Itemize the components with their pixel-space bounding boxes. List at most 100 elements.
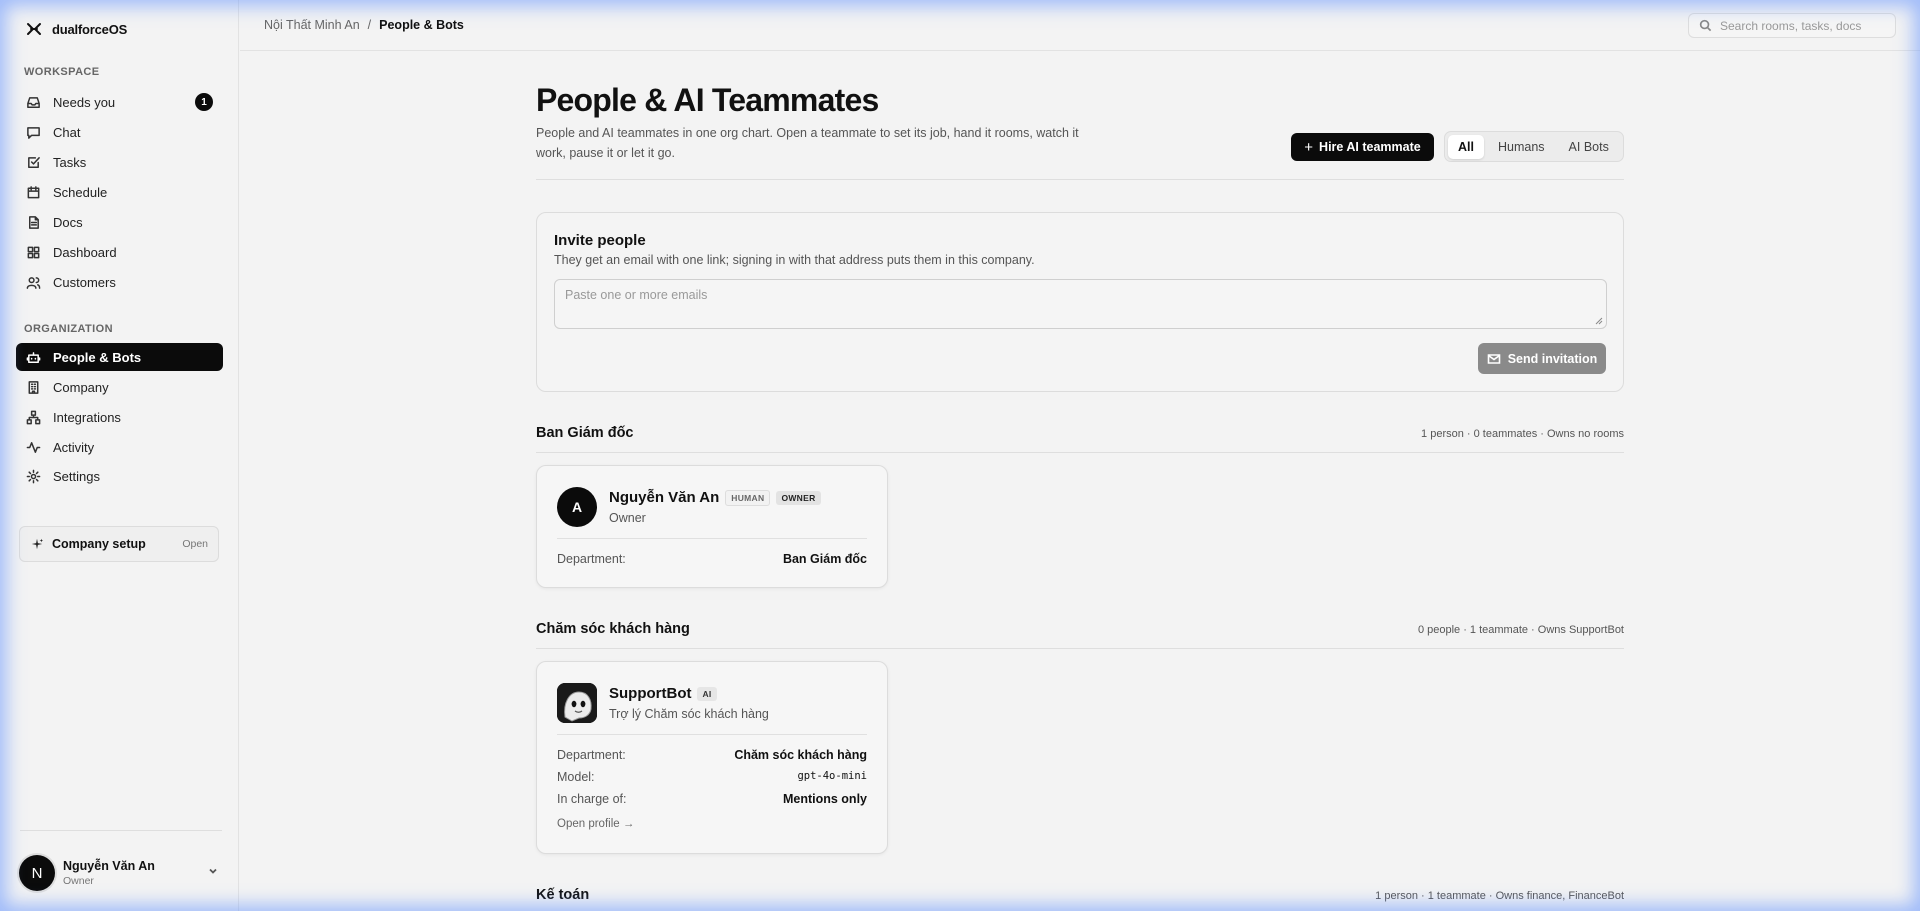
bot-icon: [26, 351, 41, 363]
sidebar-item-label: Dashboard: [53, 244, 117, 260]
sidebar-divider: [20, 830, 222, 831]
activity-icon: [26, 441, 41, 453]
model-value: gpt-4o-mini: [797, 770, 867, 782]
department-meta: 0 people · 1 teammate · Owns SupportBot: [1417, 624, 1624, 636]
department-title: Chăm sóc khách hàng: [536, 621, 690, 637]
card-divider: [557, 734, 867, 735]
breadcrumb: Nội Thất Minh An / People & Bots: [264, 18, 464, 32]
email-input[interactable]: Paste one or more emails: [554, 279, 1607, 329]
sidebar-item-settings[interactable]: Settings: [16, 462, 223, 490]
member-avatar: A: [557, 487, 597, 527]
member-role: Trợ lý Chăm sóc khách hàng: [609, 707, 769, 721]
sparkle-icon: [31, 538, 44, 550]
invite-people-card: Invite people They get an email with one…: [536, 212, 1624, 392]
member-card[interactable]: A Nguyễn Văn An HUMAN OWNER Owner Depart…: [536, 465, 888, 588]
sidebar-item-chat[interactable]: Chat: [16, 118, 223, 146]
company-setup-label: Company setup: [52, 537, 146, 551]
settings-icon: [26, 469, 41, 483]
sidebar-item-people-bots[interactable]: People & Bots: [16, 343, 223, 371]
department-row: Department: Chăm sóc khách hàng: [557, 748, 867, 762]
sidebar-item-label: Integrations: [53, 409, 121, 425]
user-name: Nguyễn Văn An: [63, 859, 155, 873]
member-role: Owner: [609, 511, 646, 525]
inbox-icon: [27, 96, 40, 108]
department-row: Department: Ban Giám đốc: [557, 552, 867, 566]
breadcrumb-company[interactable]: Nội Thất Minh An: [264, 18, 360, 32]
sidebar-item-tasks[interactable]: Tasks: [16, 148, 223, 176]
ghost-bot-icon: [557, 683, 597, 723]
model-row: Model: gpt-4o-mini: [557, 770, 867, 784]
filter-humans[interactable]: Humans: [1488, 135, 1555, 159]
sidebar-item-integrations[interactable]: Integrations: [16, 403, 223, 431]
breadcrumb-current: People & Bots: [379, 18, 464, 32]
chat-icon: [27, 126, 40, 139]
needs-you-count-badge: 1: [195, 93, 213, 111]
topbar: Nội Thất Minh An / People & Bots Search …: [240, 0, 1920, 51]
hire-ai-teammate-button[interactable]: + Hire AI teammate: [1291, 133, 1434, 161]
customers-icon: [26, 276, 41, 289]
user-menu[interactable]: N Nguyễn Văn An Owner: [19, 855, 219, 891]
department-value: Ban Giám đốc: [782, 552, 867, 566]
sidebar-item-needs-you[interactable]: Needs you 1: [16, 88, 223, 116]
email-placeholder: Paste one or more emails: [565, 288, 708, 302]
open-profile-link[interactable]: Open profile →: [557, 818, 634, 830]
search-placeholder: Search rooms, tasks, docs: [1720, 18, 1862, 33]
plus-icon: +: [1304, 138, 1314, 156]
company-setup-open-link[interactable]: Open: [182, 538, 208, 550]
invite-subtitle: They get an email with one link; signing…: [554, 253, 1035, 267]
sidebar-item-label: Tasks: [53, 154, 87, 170]
sidebar-item-label: Schedule: [53, 184, 108, 200]
owner-tag: OWNER: [776, 490, 821, 505]
sidebar-item-label: Chat: [53, 124, 81, 140]
member-card[interactable]: SupportBot AI Trợ lý Chăm sóc khách hàng…: [536, 661, 888, 854]
filter-segmented-control: All Humans AI Bots: [1444, 131, 1624, 162]
invite-title: Invite people: [554, 232, 646, 249]
dualforce-logo-icon: [27, 23, 41, 35]
in-charge-row: In charge of: Mentions only: [557, 792, 867, 806]
sidebar-item-label: Customers: [53, 274, 116, 290]
mail-icon: [1487, 353, 1501, 364]
company-setup-card[interactable]: Company setup Open: [19, 526, 219, 562]
tasks-icon: [28, 156, 40, 168]
department-value: Chăm sóc khách hàng: [734, 748, 867, 762]
sidebar-item-customers[interactable]: Customers: [16, 268, 223, 296]
breadcrumb-separator: /: [367, 18, 372, 32]
chevron-down-icon[interactable]: [207, 864, 219, 882]
page-description: People and AI teammates in one org chart…: [536, 126, 1079, 160]
sidebar-item-schedule[interactable]: Schedule: [16, 178, 223, 206]
sidebar-item-activity[interactable]: Activity: [16, 433, 223, 461]
sidebar-item-label: Company: [53, 379, 109, 395]
app-name: dualforceOS: [52, 21, 128, 37]
filter-all[interactable]: All: [1448, 134, 1484, 159]
sidebar-item-dashboard[interactable]: Dashboard: [16, 238, 223, 266]
sidebar-item-docs[interactable]: Docs: [16, 208, 223, 236]
member-name: SupportBot: [609, 685, 692, 702]
document-icon: [29, 215, 39, 229]
search-icon: [1699, 19, 1712, 32]
sidebar: dualforceOS WORKSPACE Needs you 1 Chat T…: [0, 0, 239, 911]
in-charge-label: In charge of:: [557, 792, 627, 806]
resize-handle-icon[interactable]: [1595, 317, 1603, 325]
department-title: Ban Giám đốc: [536, 425, 634, 441]
bot-avatar: [557, 683, 597, 723]
brand[interactable]: dualforceOS: [26, 21, 127, 37]
model-label: Model:: [557, 770, 595, 784]
department-label: Department:: [557, 748, 626, 762]
workspace-section-label: WORKSPACE: [24, 66, 100, 78]
building-icon: [28, 380, 39, 394]
calendar-icon: [27, 185, 40, 198]
sidebar-item-label: Docs: [53, 214, 83, 230]
header-divider: [536, 179, 1624, 180]
sidebar-item-label: Activity: [53, 439, 95, 455]
send-invitation-label: Send invitation: [1507, 351, 1598, 366]
integrations-icon: [26, 410, 41, 424]
sidebar-item-label: Needs you: [53, 94, 116, 110]
organization-section-label: ORGANIZATION: [24, 323, 113, 335]
send-invitation-button[interactable]: Send invitation: [1478, 343, 1606, 374]
search-input[interactable]: Search rooms, tasks, docs: [1688, 13, 1896, 38]
filter-ai-bots[interactable]: AI Bots: [1559, 135, 1619, 159]
department-meta: 1 person · 0 teammates · Owns no rooms: [1421, 428, 1624, 440]
department-label: Department:: [557, 552, 626, 566]
department-title: Kế toán: [536, 887, 590, 903]
sidebar-item-company[interactable]: Company: [16, 373, 223, 401]
